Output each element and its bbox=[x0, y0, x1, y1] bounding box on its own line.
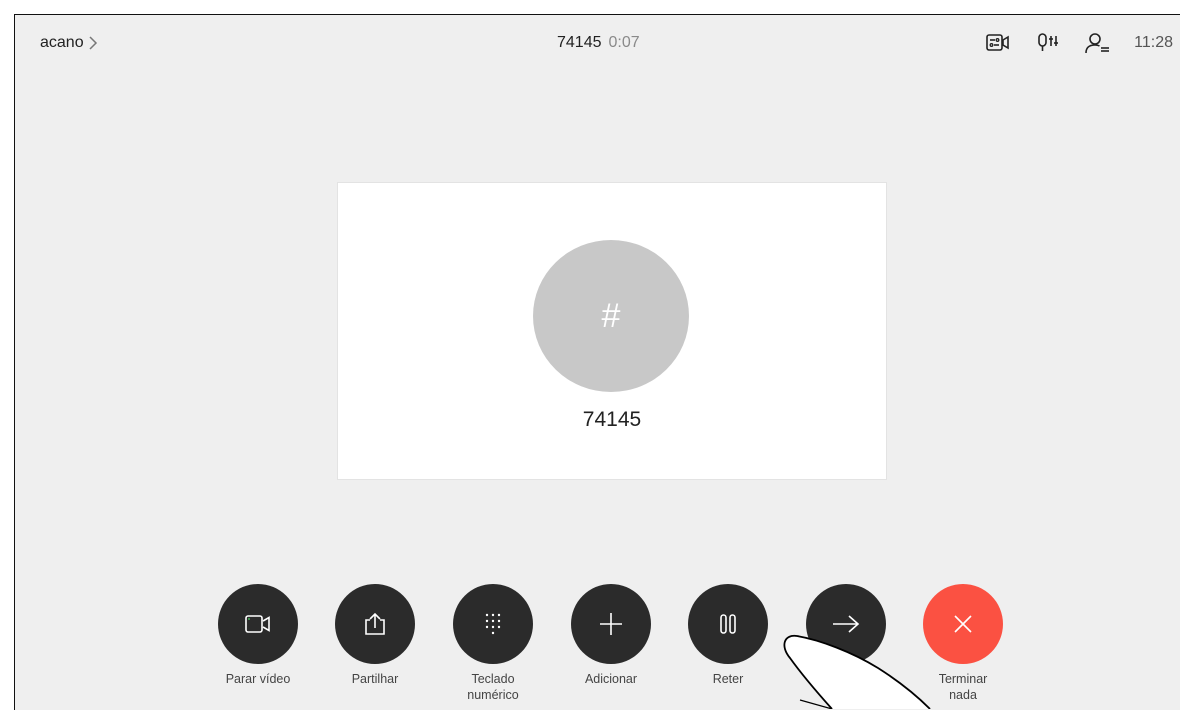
add-control: Adicionar bbox=[571, 584, 651, 687]
participant-card: # 74145 bbox=[337, 182, 887, 480]
plus-icon bbox=[600, 613, 622, 635]
call-screen: acano 74145 0:07 11:28 # 74145 Parar víd… bbox=[14, 14, 1180, 710]
stop-video-label: Parar vídeo bbox=[225, 672, 291, 686]
brand-label: acano bbox=[40, 34, 84, 51]
call-duration: 0:07 bbox=[608, 34, 640, 51]
end-call-button[interactable] bbox=[923, 584, 1003, 664]
transfer-button[interactable] bbox=[806, 584, 886, 664]
add-label: Adicionar bbox=[584, 672, 638, 686]
stop-video-control: Parar vídeo bbox=[218, 584, 298, 687]
end-call-control: Terminar nada bbox=[923, 584, 1003, 703]
share-control: Partilhar bbox=[335, 584, 415, 687]
top-bar: acano 74145 0:07 11:28 bbox=[15, 15, 1180, 71]
share-button[interactable] bbox=[335, 584, 415, 664]
layout-icon[interactable] bbox=[984, 29, 1012, 57]
hold-label: Reter bbox=[712, 672, 744, 686]
share-icon bbox=[365, 612, 385, 635]
call-info: 74145 0:07 bbox=[557, 34, 640, 52]
share-label: Partilhar bbox=[351, 672, 399, 686]
participants-icon[interactable] bbox=[1084, 29, 1112, 57]
transfer-control bbox=[806, 584, 886, 671]
hold-control: Reter bbox=[688, 584, 768, 687]
close-icon bbox=[954, 615, 972, 633]
call-number: 74145 bbox=[557, 34, 602, 51]
clock: 11:28 bbox=[1134, 34, 1173, 51]
add-button[interactable] bbox=[571, 584, 651, 664]
participant-avatar: # bbox=[533, 240, 689, 392]
keypad-button[interactable] bbox=[453, 584, 533, 664]
end-call-label: Terminar nada bbox=[938, 672, 988, 702]
participant-name: 74145 bbox=[582, 408, 642, 431]
microphone-settings-icon[interactable] bbox=[1034, 29, 1062, 57]
arrow-right-icon bbox=[833, 615, 860, 633]
status-icons: 11:28 bbox=[984, 29, 1180, 57]
chevron-right-icon bbox=[89, 36, 97, 50]
keypad-icon bbox=[485, 613, 501, 635]
keypad-control: Teclado numérico bbox=[453, 584, 533, 703]
video-camera-icon bbox=[245, 615, 270, 633]
avatar-glyph: # bbox=[601, 296, 621, 335]
hold-button[interactable] bbox=[688, 584, 768, 664]
stop-video-button[interactable] bbox=[218, 584, 298, 664]
brand-menu[interactable]: acano bbox=[40, 34, 98, 52]
pause-icon bbox=[720, 614, 736, 634]
keypad-label: Teclado numérico bbox=[467, 672, 519, 702]
